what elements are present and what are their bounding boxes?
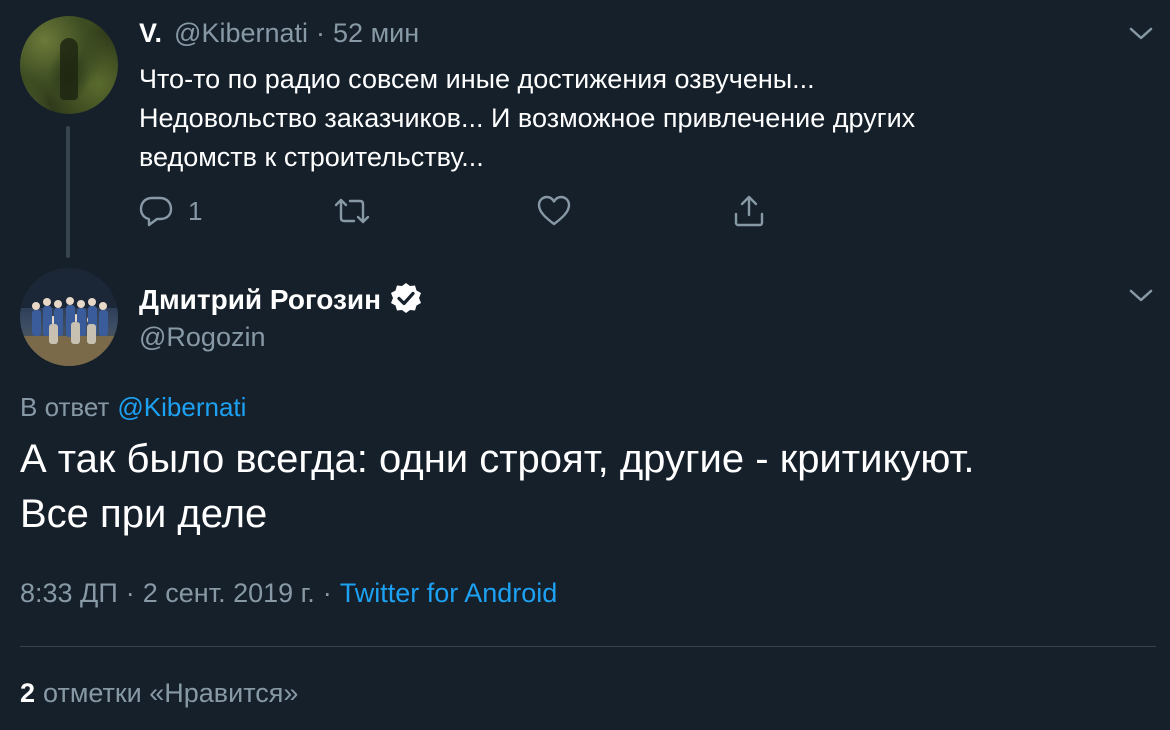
parent-author-handle[interactable]: @Kibernati	[174, 18, 308, 49]
reply-count: 1	[188, 195, 203, 226]
main-author-name-row: Дмитрий Рогозин	[139, 280, 423, 320]
avatar-figure	[60, 38, 78, 100]
heart-icon	[536, 194, 572, 228]
main-author-avatar[interactable]	[20, 268, 118, 366]
retweet-icon	[332, 194, 372, 228]
likes-stat[interactable]: 2 отметки «Нравится»	[20, 678, 298, 709]
tweet-meta: 8:33 ДП · 2 сент. 2019 г. · Twitter for …	[20, 578, 557, 609]
main-author-name[interactable]: Дмитрий Рогозин	[139, 284, 381, 316]
tweet-source-link[interactable]: Twitter for Android	[340, 578, 558, 609]
parent-text-line: Недовольство заказчиков... И возможное п…	[139, 103, 916, 133]
header-separator: ·	[316, 18, 326, 48]
main-author-handle[interactable]: @Rogozin	[139, 322, 265, 353]
reply-button[interactable]: 1	[138, 192, 202, 230]
parent-tweet-header: V. @Kibernati · 52 мин	[139, 18, 419, 54]
verified-badge-icon	[389, 281, 423, 320]
share-icon	[731, 193, 767, 229]
parent-tweet-text: Что-то по радио совсем иные достижения о…	[139, 60, 1119, 177]
avatar-group-photo	[20, 268, 118, 366]
meta-separator: ·	[125, 578, 135, 608]
chevron-down-icon[interactable]	[1126, 22, 1156, 44]
main-text-line: Все при деле	[20, 492, 268, 536]
likes-count: 2	[20, 678, 36, 708]
likes-label: отметки «Нравится»	[43, 678, 299, 708]
divider	[20, 646, 1156, 647]
like-button[interactable]	[536, 192, 572, 230]
chevron-down-icon[interactable]	[1126, 284, 1156, 306]
share-button[interactable]	[731, 192, 767, 230]
reply-to-label: В ответ	[20, 392, 110, 422]
tweet-date[interactable]: 2 сент. 2019 г.	[143, 578, 315, 609]
reply-to-handle-link[interactable]: @Kibernati	[117, 392, 246, 422]
main-tweet-text: А так было всегда: одни строят, другие -…	[20, 432, 1150, 542]
main-text-line: А так было всегда: одни строят, другие -…	[20, 437, 975, 481]
parent-tweet-time[interactable]: 52 мин	[333, 18, 419, 49]
tweet-time[interactable]: 8:33 ДП	[20, 578, 118, 609]
parent-author-name[interactable]: V.	[139, 18, 162, 49]
thread-connector-line	[66, 126, 70, 258]
reply-icon	[138, 194, 174, 228]
reply-context: В ответ @Kibernati	[20, 392, 246, 423]
parent-text-line: ведомств к строительству...	[139, 142, 484, 172]
parent-author-avatar[interactable]	[20, 16, 118, 114]
parent-text-line: Что-то по радио совсем иные достижения о…	[139, 64, 815, 94]
meta-separator: ·	[322, 578, 332, 608]
retweet-button[interactable]	[332, 192, 372, 230]
